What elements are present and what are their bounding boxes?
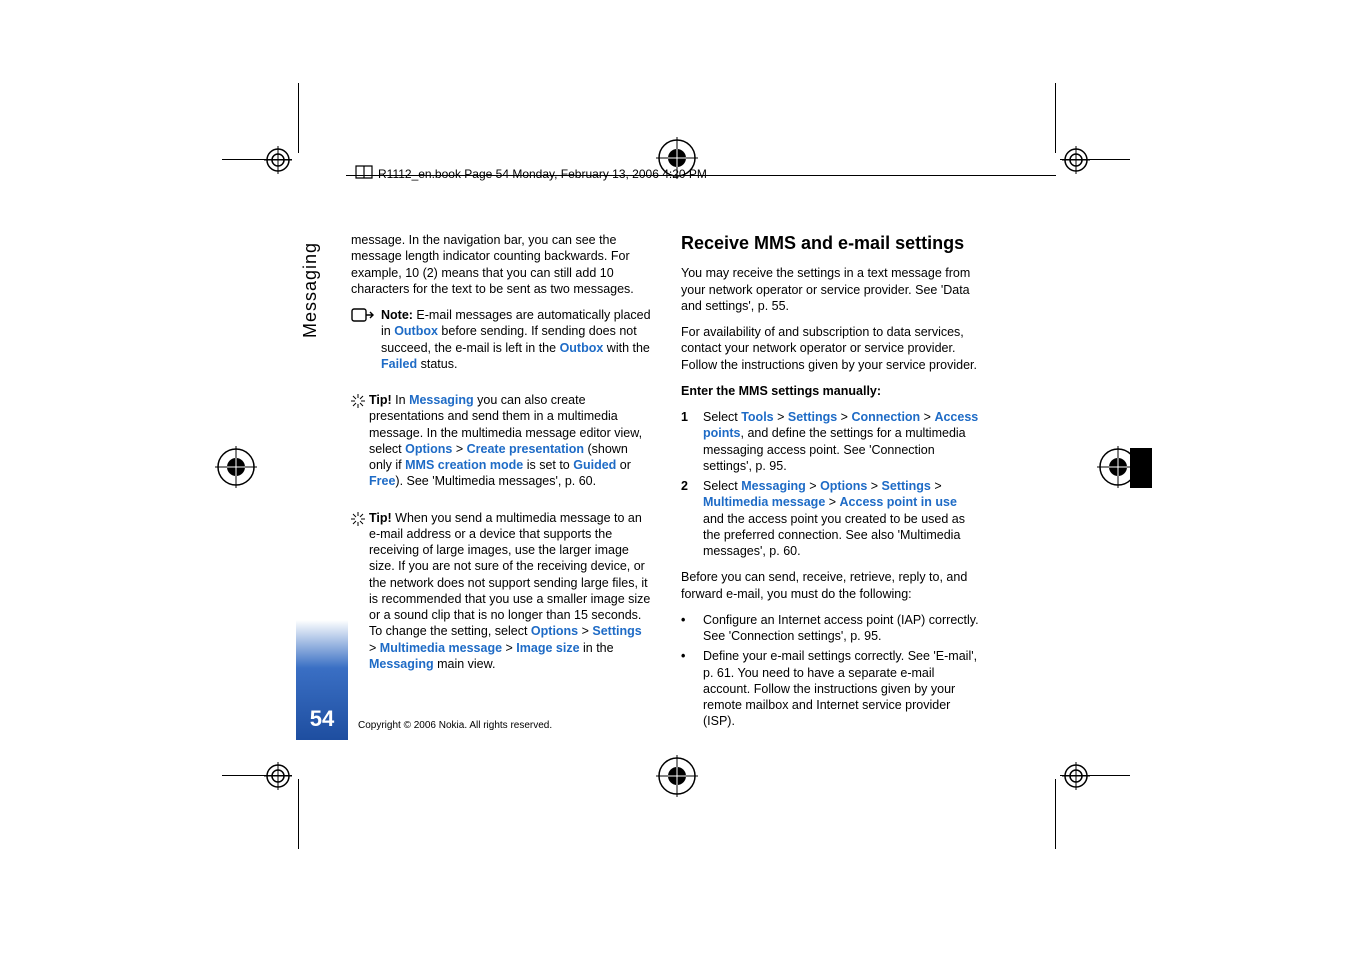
registration-mark-icon xyxy=(1062,146,1090,174)
bullet-item: Define your e-mail settings correctly. S… xyxy=(681,648,981,729)
right-column: Receive MMS and e-mail settings You may … xyxy=(681,232,981,740)
collation-mark xyxy=(1130,448,1152,488)
paragraph: For availability of and subscription to … xyxy=(681,324,981,373)
registration-mark-icon xyxy=(264,146,292,174)
section-heading: Receive MMS and e-mail settings xyxy=(681,232,981,255)
note-icon xyxy=(351,308,375,326)
registration-mark-icon xyxy=(215,446,257,488)
registration-mark-icon xyxy=(1062,762,1090,790)
step-item: 1 Select Tools > Settings > Connection >… xyxy=(681,409,981,474)
intro-paragraph: message. In the navigation bar, you can … xyxy=(351,232,651,297)
tip-icon xyxy=(351,512,365,526)
manual-label: Enter the MMS settings manually: xyxy=(681,383,981,399)
book-icon xyxy=(354,164,374,185)
tip-icon xyxy=(351,394,365,408)
page-number-block: 54 xyxy=(296,620,348,740)
section-label: Messaging xyxy=(300,238,320,338)
registration-mark-icon xyxy=(264,762,292,790)
note-text: Note: E-mail messages are automatically … xyxy=(381,307,651,372)
header-crop-info: R1112_en.book Page 54 Monday, February 1… xyxy=(378,167,707,181)
bullet-item: Configure an Internet access point (IAP)… xyxy=(681,612,981,645)
tip1-text: Tip! In Messaging you can also create pr… xyxy=(369,392,651,490)
registration-mark-icon xyxy=(656,755,698,797)
step-item: 2 Select Messaging > Options > Settings … xyxy=(681,478,981,559)
paragraph: You may receive the settings in a text m… xyxy=(681,265,981,314)
tip2-text: Tip! When you send a multimedia message … xyxy=(369,510,651,673)
page-number: 54 xyxy=(310,706,334,732)
left-column: message. In the navigation bar, you can … xyxy=(351,232,651,740)
paragraph: Before you can send, receive, retrieve, … xyxy=(681,569,981,602)
